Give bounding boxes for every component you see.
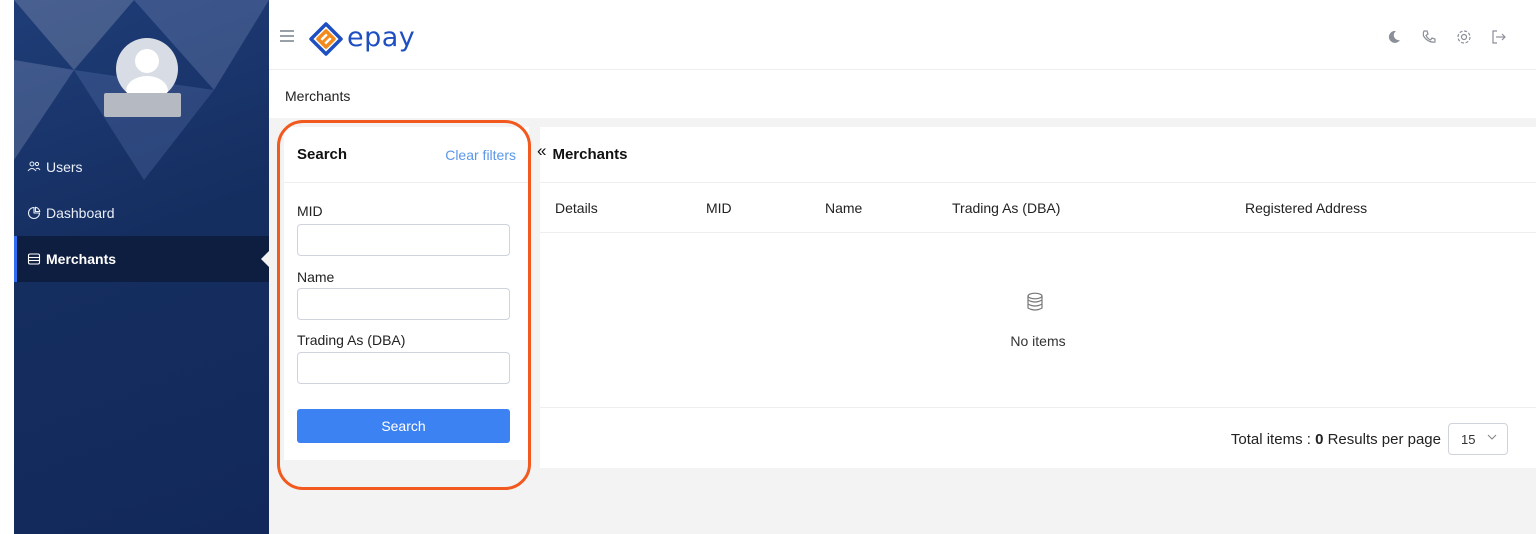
pagination-summary: Total items : 0 Results per page — [1231, 431, 1441, 448]
search-panel-title: Search — [297, 146, 348, 163]
phone-icon[interactable] — [1420, 28, 1438, 46]
trading-as-label: Trading As (DBA) — [297, 332, 406, 348]
column-header-trading-as[interactable]: Trading As (DBA) — [952, 200, 1060, 216]
gear-icon[interactable] — [1455, 28, 1473, 46]
table-header: Details MID Name Trading As (DBA) Regist… — [540, 183, 1536, 233]
merchants-panel: « Merchants Details MID Name Trading As … — [537, 127, 1536, 468]
trading-as-input[interactable] — [297, 352, 510, 384]
epay-logo[interactable]: epay — [309, 22, 415, 56]
column-header-name[interactable]: Name — [825, 200, 862, 216]
merchants-icon — [27, 253, 41, 265]
user-name-placeholder — [104, 93, 181, 117]
dashboard-icon — [27, 206, 41, 220]
name-label: Name — [297, 269, 335, 285]
mid-input[interactable] — [297, 224, 510, 256]
total-items-label: Total items : — [1230, 431, 1311, 448]
epay-logo-mark-icon — [309, 22, 343, 56]
search-panel-header: Search Clear filters — [284, 127, 529, 183]
sidebar-item-users[interactable]: Users — [14, 144, 269, 190]
menu-toggle-icon[interactable] — [280, 30, 294, 42]
column-header-registered-address[interactable]: Registered Address — [1245, 200, 1367, 216]
sidebar-item-label: Dashboard — [46, 205, 115, 221]
logout-icon[interactable] — [1490, 28, 1508, 46]
table-footer: Total items : 0 Results per page 15 — [540, 407, 1536, 468]
top-header: epay — [269, 0, 1536, 70]
chevron-down-icon — [1487, 434, 1497, 440]
results-per-page-select[interactable]: 15 — [1448, 423, 1508, 455]
sidebar-item-dashboard[interactable]: Dashboard — [14, 190, 269, 236]
sidebar: Users Dashboard Merchants — [14, 0, 269, 534]
mid-label: MID — [297, 203, 323, 219]
search-panel: Search Clear filters MID Name Trading As… — [284, 127, 529, 460]
breadcrumb: Merchants — [285, 88, 351, 104]
results-per-page-value: 15 — [1461, 431, 1476, 447]
active-indicator — [261, 251, 269, 267]
total-items-count: 0 — [1315, 431, 1324, 448]
column-header-mid[interactable]: MID — [706, 200, 732, 216]
clear-filters-link[interactable]: Clear filters — [445, 147, 516, 163]
search-button[interactable]: Search — [297, 409, 510, 443]
sidebar-item-label: Users — [46, 159, 83, 175]
empty-state-text: No items — [1010, 333, 1066, 349]
avatar[interactable] — [116, 38, 178, 100]
sidebar-item-merchants[interactable]: Merchants — [14, 236, 269, 282]
moon-icon[interactable] — [1385, 28, 1403, 46]
merchants-panel-title: Merchants — [552, 146, 628, 163]
users-icon — [27, 161, 41, 172]
sidebar-item-label: Merchants — [46, 251, 117, 267]
logo-text: epay — [347, 21, 416, 53]
header-actions — [1385, 28, 1508, 46]
collapse-search-icon[interactable]: « — [537, 141, 546, 161]
merchants-panel-header: « Merchants — [537, 127, 1536, 183]
column-header-details[interactable]: Details — [555, 200, 598, 216]
database-icon — [1027, 292, 1043, 311]
results-per-page-label: Results per page — [1327, 431, 1441, 448]
name-input[interactable] — [297, 288, 510, 320]
